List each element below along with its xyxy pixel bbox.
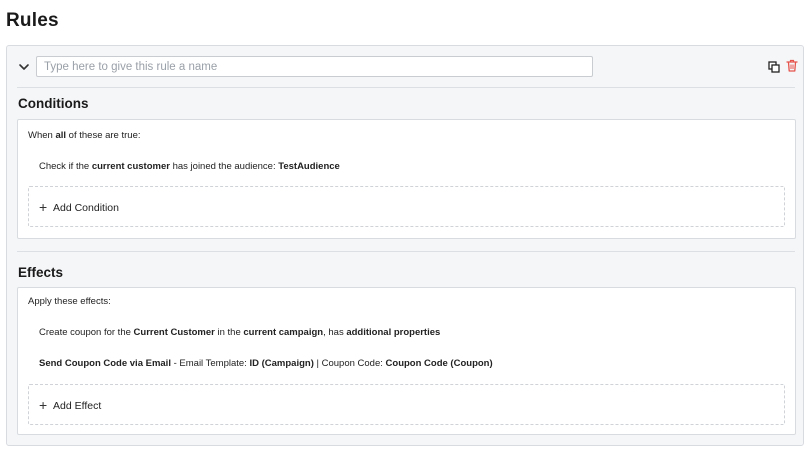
text: - Email Template: [170,358,250,369]
rule-name-input[interactable] [36,56,593,77]
effects-intro: Apply these effects: [28,296,111,307]
bold-text: Send Coupon Code via Email [39,358,171,369]
effect-item: Send Coupon Code via Email - Email Templ… [39,358,493,369]
text: in the [214,327,244,338]
effects-title: Effects [18,265,64,280]
bold-text: current campaign [243,327,324,338]
page-title: Rules [6,10,59,31]
chevron-down-icon[interactable] [17,60,31,74]
conditions-title: Conditions [18,96,89,111]
trash-icon[interactable] [786,59,798,72]
bold-text: Coupon Code (Coupon) [385,358,493,369]
bold-text: Current Customer [133,327,215,338]
bold-text: current customer [91,161,170,172]
section-divider [17,251,795,252]
copy-icon[interactable] [768,60,780,73]
bold-text: TestAudience [278,161,340,172]
text: Create coupon for the [39,327,134,338]
rule-header [7,46,803,88]
text: has joined the audience: [169,161,279,172]
text: | [313,358,322,369]
rule-card: Conditions When all of these are true: C… [6,45,804,446]
bold-text: additional properties [346,327,441,338]
text: Coupon Code: [321,358,386,369]
text: Check if the [39,161,92,172]
plus-icon: + [39,199,48,215]
text: , has [323,327,347,338]
condition-item: Check if the current customer has joined… [39,161,340,172]
add-effect-button[interactable]: + Add Effect [28,384,785,425]
add-effect-label: Add Effect [53,400,102,412]
conditions-panel: When all of these are true: Check if the… [17,119,796,239]
effect-item: Create coupon for the Current Customer i… [39,327,440,338]
conditions-intro: When all of these are true: [28,130,141,141]
bold-text: ID (Campaign) [249,358,314,369]
add-condition-button[interactable]: + Add Condition [28,186,785,227]
effects-panel: Apply these effects: Create coupon for t… [17,287,796,435]
plus-icon: + [39,397,48,413]
header-divider [17,87,795,88]
add-condition-label: Add Condition [53,202,119,214]
